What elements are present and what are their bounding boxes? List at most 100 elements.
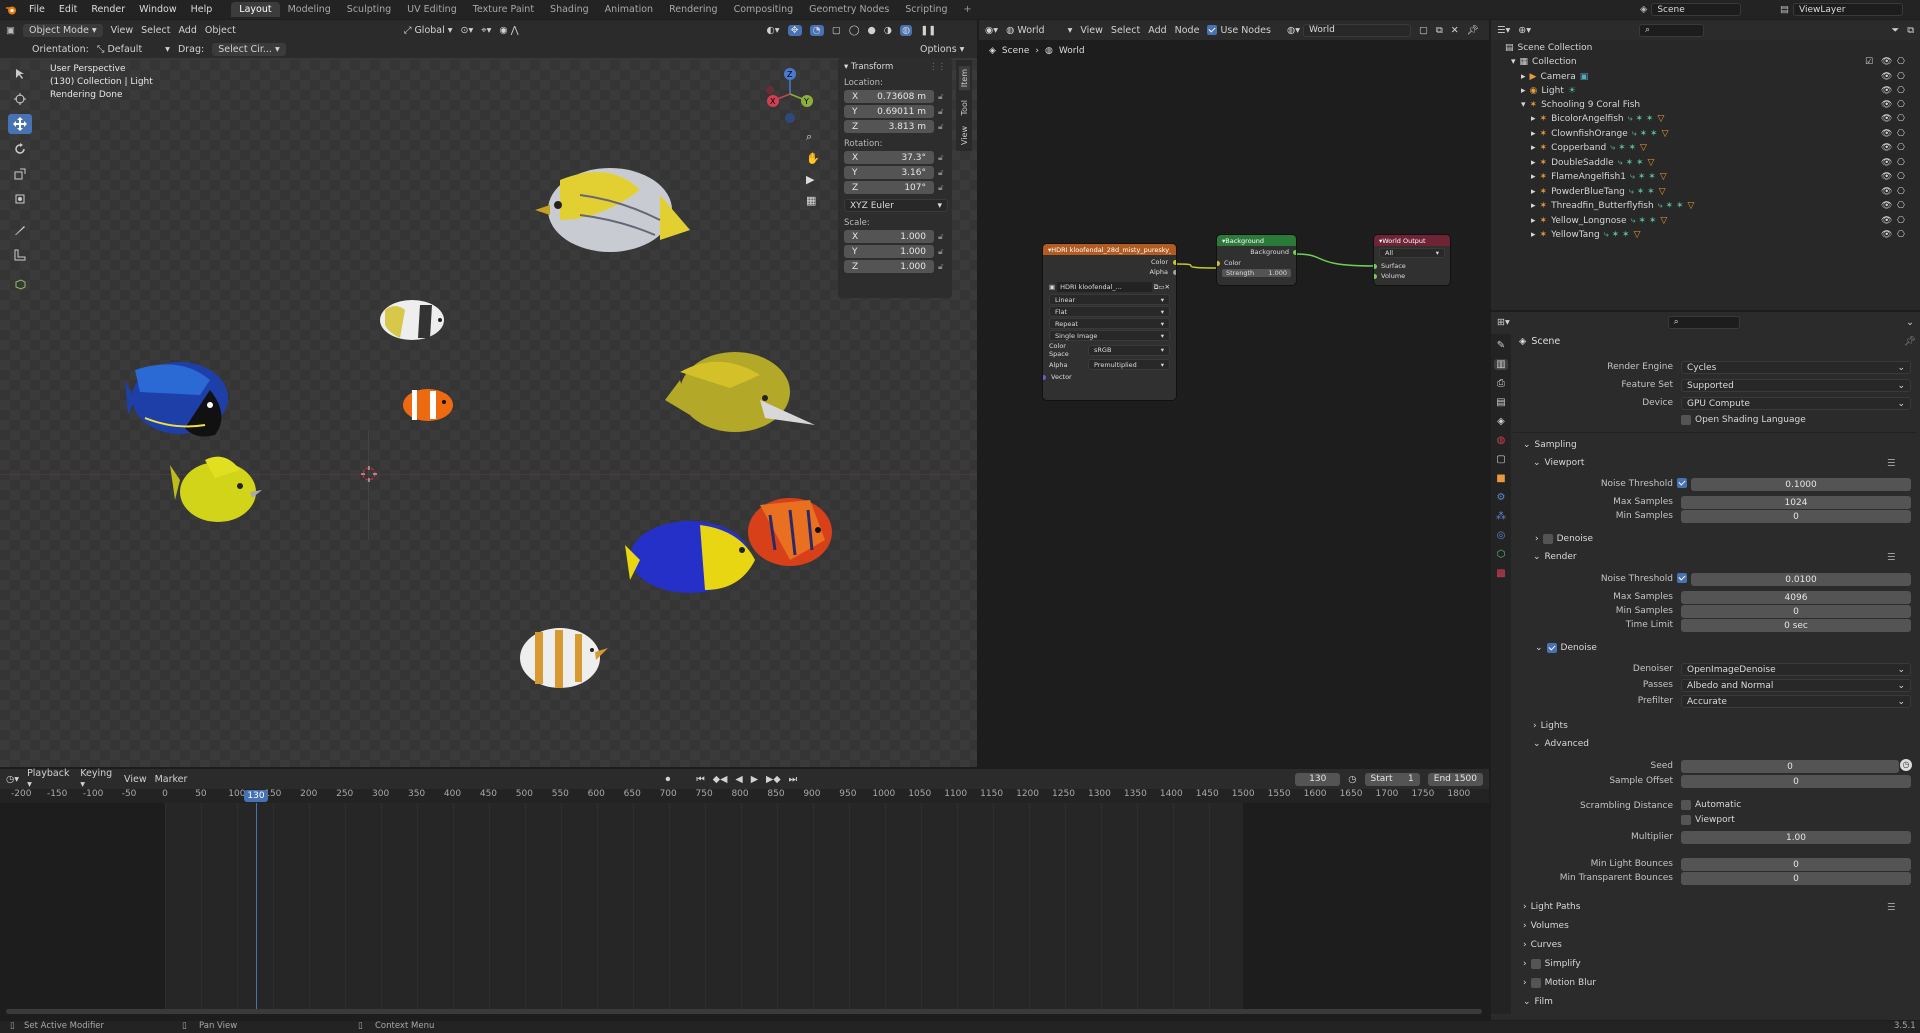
background-node-header[interactable]: ▾ Background <box>1217 235 1296 246</box>
volumes-section[interactable]: › Volumes <box>1523 921 1569 931</box>
expand-arrow-icon[interactable]: ▸ <box>1531 172 1536 182</box>
lock-icon[interactable]: 🔓︎ <box>938 232 944 242</box>
menu-marker[interactable]: Marker <box>155 774 188 785</box>
simplify-section[interactable]: › Simplify <box>1523 959 1581 969</box>
strength-field[interactable]: Strength 1.000 <box>1222 269 1291 277</box>
properties-type-icon[interactable]: ⊞▾ <box>1497 317 1510 328</box>
yellow-longnose-render[interactable] <box>665 352 815 432</box>
r-min-samples-field[interactable]: 0 <box>1681 605 1911 618</box>
camera-render-icon[interactable]: ⎔ <box>1897 129 1905 139</box>
tab-texture-paint[interactable]: Texture Paint <box>465 2 542 17</box>
fish-row[interactable]: ▸ ✶ Copperband ⤷ ✶ ✶ ▽ 👁︎ ⎔ <box>1531 141 1911 155</box>
scene-name-field[interactable]: Scene <box>1651 3 1742 16</box>
flameangelfish-render[interactable] <box>748 498 832 566</box>
camera-render-icon[interactable]: ⎔ <box>1897 201 1905 211</box>
min-light-field[interactable]: 0 <box>1681 858 1911 871</box>
render-subsection[interactable]: ⌄ Render <box>1533 552 1577 562</box>
eye-icon[interactable]: 👁︎ <box>1881 129 1892 139</box>
location-y-field[interactable]: Y 0.69011 m <box>844 105 934 118</box>
extension-dropdown[interactable]: Repeat ▾ <box>1049 318 1170 329</box>
collection-tab-icon[interactable]: ▢ <box>1496 454 1505 465</box>
eye-icon[interactable]: 👁︎ <box>1881 143 1892 153</box>
record-icon[interactable]: ⏺ <box>665 774 670 785</box>
schooling-row[interactable]: ▾ ✶ Schooling 9 Coral Fish 👁︎ ⎔ <box>1521 98 1911 112</box>
play-icon[interactable]: ▶ <box>751 774 758 785</box>
prefilter-dropdown[interactable]: Accurate ⌄ <box>1681 695 1911 708</box>
expand-arrow-icon[interactable]: ▸ <box>1531 187 1536 197</box>
presets-icon[interactable]: ☰ <box>1887 458 1896 469</box>
doublesaddle-fish-render[interactable] <box>380 300 444 340</box>
eye-icon[interactable]: 👁︎ <box>1881 114 1892 124</box>
timeline-type-icon[interactable]: ◷▾ <box>6 774 19 785</box>
tab-modeling[interactable]: Modeling <box>280 2 339 17</box>
grid-ortho-icon[interactable]: ▦ <box>806 194 820 207</box>
sidebar-tab-item[interactable]: Item <box>958 66 970 91</box>
threadfin-butterflyfish-render[interactable] <box>535 168 690 252</box>
next-keyframe-icon[interactable]: ▶◆ <box>766 774 781 785</box>
scale-x-field[interactable]: X 1.000 <box>844 230 934 243</box>
tab-compositing[interactable]: Compositing <box>726 2 802 17</box>
vp-noise-field[interactable]: 0.1000 <box>1691 478 1911 491</box>
rotation-x-field[interactable]: X 37.3° <box>844 151 934 164</box>
expand-arrow-icon[interactable]: ▸ <box>1531 201 1536 211</box>
seed-field[interactable]: 0 <box>1681 760 1899 773</box>
fish-row[interactable]: ▸ ✶ FlameAngelfish1 ⤷ ✶ ✶ ▽ 👁︎ ⎔ <box>1531 170 1911 184</box>
fish-row[interactable]: ▸ ✶ Threadfin_Butterflyfish ⤷ ✶ ✶ ▽ 👁︎ ⎔ <box>1531 199 1911 213</box>
timeline-scrollbar[interactable] <box>6 1009 1482 1014</box>
start-frame-field[interactable]: Start 1 <box>1364 772 1420 786</box>
eye-icon[interactable]: 👁︎ <box>1881 216 1892 226</box>
node-editor[interactable]: ◉▾ ◍ World ▾ View Select Add Node Use Node… <box>979 20 1489 767</box>
camera-render-icon[interactable]: ⎔ <box>1897 57 1905 67</box>
clownfish-render[interactable] <box>403 389 453 421</box>
bicolorangelfish-render[interactable] <box>625 521 755 593</box>
lock-icon[interactable]: 🔓︎ <box>938 183 944 193</box>
passes-dropdown[interactable]: Albedo and Normal ⌄ <box>1681 679 1911 692</box>
scene-tab-icon[interactable]: ◈ <box>1497 416 1505 427</box>
tab-uv-editing[interactable]: UV Editing <box>399 2 465 17</box>
properties-editor[interactable]: ⊞▾ ⌕ ⌄ ✎ ▥ ⎙ ▤ ◈ ◍ ▢ ■ ⚙ ⁂ ◎ ⬡ ▩ ◈ Scene … <box>1491 312 1920 1020</box>
world-output-node[interactable]: ▾ World Output All ▾ Surface Volume <box>1374 235 1450 285</box>
menu-file[interactable]: File <box>22 4 52 15</box>
environment-texture-node[interactable]: ▾ HDRI kloofendal_28d_misty_puresky_2...… <box>1043 244 1176 400</box>
world-tab-icon[interactable]: ◍ <box>1497 435 1506 446</box>
jump-start-icon[interactable]: ⏮ <box>696 774 705 785</box>
vp-max-samples-field[interactable]: 1024 <box>1681 496 1911 509</box>
device-dropdown[interactable]: GPU Compute ⌄ <box>1681 397 1911 410</box>
film-section[interactable]: ⌄ Film <box>1523 997 1553 1007</box>
navigation-gizmo[interactable]: Z Y X <box>760 64 820 124</box>
fish-row[interactable]: ▸ ✶ Yellow_Longnose ⤷ ✶ ✶ ▽ 👁︎ ⎔ <box>1531 214 1911 228</box>
lock-icon[interactable]: 🔓︎ <box>938 247 944 257</box>
motion-blur-section[interactable]: › Motion Blur <box>1523 978 1596 988</box>
filter-icon[interactable]: ⏷ <box>1892 25 1900 36</box>
zoom-icon[interactable]: ⌕ <box>806 130 820 144</box>
env-node-header[interactable]: ▾ HDRI kloofendal_28d_misty_puresky_2... <box>1043 244 1176 255</box>
timeline[interactable]: ◷▾ Playback ▾ Keying ▾ View Marker ⏺ ⏮ ◆… <box>0 768 1489 1021</box>
output-tab-icon[interactable]: ⎙ <box>1497 378 1505 389</box>
camera-render-icon[interactable]: ⎔ <box>1897 230 1905 240</box>
modifier-tab-icon[interactable]: ⚙ <box>1497 492 1506 503</box>
location-x-field[interactable]: X 0.73608 m <box>844 90 934 103</box>
min-transp-field[interactable]: 0 <box>1681 872 1911 885</box>
scale-y-field[interactable]: Y 1.000 <box>844 245 934 258</box>
world-output-header[interactable]: ▾ World Output <box>1374 235 1450 246</box>
sample-offset-field[interactable]: 0 <box>1681 775 1911 788</box>
render-tab-icon[interactable]: ▥ <box>1494 359 1508 370</box>
time-limit-field[interactable]: 0 sec <box>1681 619 1911 632</box>
interpolation-dropdown[interactable]: Linear ▾ <box>1049 294 1170 305</box>
object-tab-icon[interactable]: ■ <box>1496 473 1505 484</box>
osl-checkbox[interactable]: Open Shading Language <box>1681 415 1806 425</box>
camera-render-icon[interactable]: ⎔ <box>1897 100 1905 110</box>
current-frame-field[interactable]: 130 <box>1295 772 1341 786</box>
yellowtang-render[interactable] <box>170 456 262 522</box>
alpha-mode-dropdown[interactable]: Premultiplied ▾ <box>1088 359 1170 370</box>
camera-render-icon[interactable]: ⎔ <box>1897 143 1905 153</box>
lock-icon[interactable]: 🔓︎ <box>938 92 944 102</box>
outliner-search-input[interactable]: ⌕ <box>1639 23 1704 37</box>
texture-tab-icon[interactable]: ▩ <box>1496 568 1505 579</box>
menu-keying[interactable]: Keying ▾ <box>80 768 116 790</box>
denoiser-dropdown[interactable]: OpenImageDenoise ⌄ <box>1681 663 1911 676</box>
color-socket-icon[interactable] <box>1173 260 1176 265</box>
fish-row[interactable]: ▸ ✶ DoubleSaddle ⤷ ✶ ✶ ▽ 👁︎ ⎔ <box>1531 156 1911 170</box>
projection-dropdown[interactable]: Flat ▾ <box>1049 306 1170 317</box>
source-dropdown[interactable]: Single Image ▾ <box>1049 330 1170 341</box>
